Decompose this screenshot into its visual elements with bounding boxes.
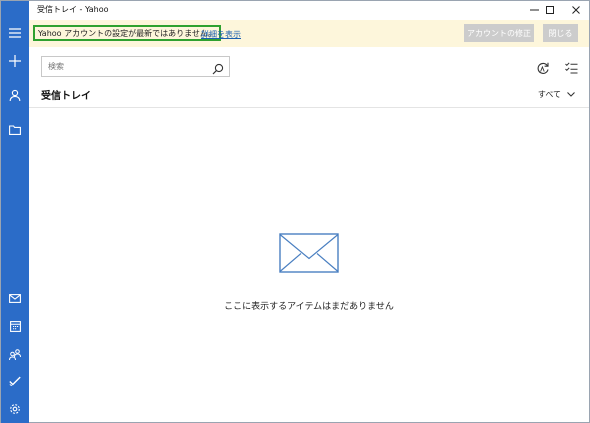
mail-window: 受信トレイ - Yahoo Yahoo アカウントの設定が最新ではありません。 … [0,0,590,423]
maximize-button[interactable] [537,1,563,19]
person-icon[interactable] [1,83,29,107]
filter-dropdown[interactable]: すべて [538,89,575,100]
search-box[interactable] [41,56,230,77]
fix-account-button[interactable]: アカウントの修正 [464,24,534,42]
envelope-icon [279,233,339,277]
show-details-link[interactable]: 詳細を表示 [201,29,241,40]
folder-icon[interactable] [1,118,29,142]
plus-icon[interactable] [1,49,29,73]
search-input[interactable] [48,60,198,73]
title-bar: 受信トレイ - Yahoo [29,1,589,19]
empty-state-message: ここに表示するアイテムはまだありません [224,302,394,312]
sync-icon[interactable] [535,60,551,76]
list-divider [29,107,589,108]
close-notification-button[interactable]: 閉じる [543,24,578,42]
folder-title: 受信トレイ [41,91,91,102]
window-title: 受信トレイ - Yahoo [37,5,109,14]
navigation-rail [1,1,29,423]
account-notification-bar: Yahoo アカウントの設定が最新ではありません。 詳細を表示 アカウントの修正… [29,20,589,47]
chevron-down-icon [567,90,575,99]
people-icon[interactable] [1,342,29,366]
hamburger-icon[interactable] [1,21,29,45]
filter-label: すべて [537,90,561,99]
notification-message: Yahoo アカウントの設定が最新ではありません。 [33,25,221,41]
selection-mode-icon[interactable] [563,60,579,76]
search-icon[interactable] [212,60,224,79]
todo-icon[interactable] [1,369,29,393]
calendar-icon[interactable] [1,314,29,338]
settings-icon[interactable] [1,397,29,421]
notification-text: Yahoo アカウントの設定が最新ではありません。 [38,28,216,38]
close-window-button[interactable] [563,1,589,19]
